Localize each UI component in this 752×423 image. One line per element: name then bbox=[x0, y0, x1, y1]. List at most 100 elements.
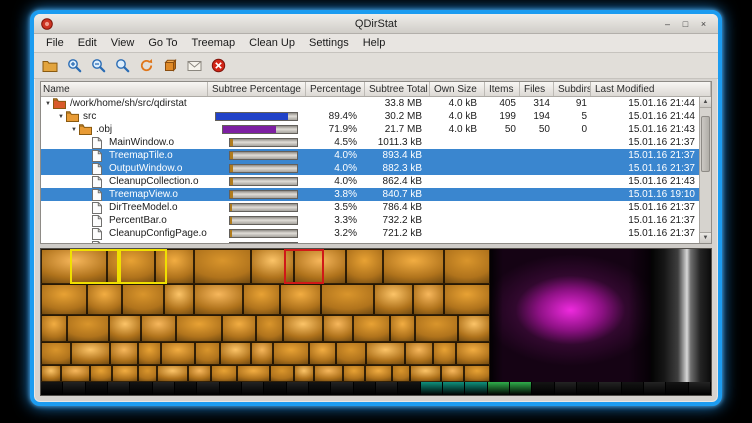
tree-row-file[interactable]: MainWindow.o4.5%1011.3 kB15.01.16 21:37 bbox=[41, 136, 711, 149]
column-header-subtree-total[interactable]: Subtree Total bbox=[365, 82, 430, 96]
column-header-last-modified[interactable]: Last Modified bbox=[591, 82, 711, 96]
stop-button[interactable] bbox=[207, 55, 229, 77]
treemap-tile[interactable] bbox=[390, 315, 416, 342]
refresh-button[interactable] bbox=[135, 55, 157, 77]
treemap-bottom-tile[interactable] bbox=[63, 382, 85, 395]
treemap-tile[interactable] bbox=[138, 365, 157, 382]
tree-row-file[interactable]: CleanupCollection.o4.0%862.4 kB15.01.16 … bbox=[41, 175, 711, 188]
treemap-tile[interactable] bbox=[323, 315, 353, 342]
treemap-tile[interactable] bbox=[415, 315, 458, 342]
treemap-bottom-tile[interactable] bbox=[220, 382, 242, 395]
menu-item-clean-up[interactable]: Clean Up bbox=[242, 36, 302, 50]
scrollbar-track[interactable] bbox=[700, 108, 711, 232]
treemap-tile[interactable] bbox=[366, 342, 405, 365]
treemap-bottom-tile[interactable] bbox=[264, 382, 286, 395]
column-header-subtree-percentage[interactable]: Subtree Percentage bbox=[208, 82, 306, 96]
treemap-tile[interactable] bbox=[444, 249, 490, 284]
menu-item-treemap[interactable]: Treemap bbox=[185, 36, 243, 50]
zoom-out-button[interactable] bbox=[87, 55, 109, 77]
open-dir-button[interactable] bbox=[39, 55, 61, 77]
treemap-tile[interactable] bbox=[107, 249, 155, 284]
menu-item-help[interactable]: Help bbox=[356, 36, 393, 50]
treemap-bottom-tile[interactable] bbox=[242, 382, 264, 395]
treemap-bottom-tile[interactable] bbox=[130, 382, 152, 395]
mail-button[interactable] bbox=[183, 55, 205, 77]
treemap-tile[interactable] bbox=[270, 365, 294, 382]
treemap-tile[interactable] bbox=[110, 342, 138, 365]
treemap-tile[interactable] bbox=[256, 315, 283, 342]
treemap-bottom-tile[interactable] bbox=[465, 382, 487, 395]
tree-row-file[interactable]: OutputWindow.o4.0%882.3 kB15.01.16 21:37 bbox=[41, 162, 711, 175]
treemap-bottom-tile[interactable] bbox=[421, 382, 443, 395]
treemap-magenta-tile[interactable] bbox=[490, 249, 651, 382]
treemap-tile[interactable] bbox=[280, 284, 320, 316]
treemap-tile[interactable] bbox=[283, 315, 323, 342]
treemap-tile[interactable] bbox=[405, 342, 433, 365]
treemap-bottom-tile[interactable] bbox=[666, 382, 688, 395]
menu-item-settings[interactable]: Settings bbox=[302, 36, 356, 50]
treemap-tile[interactable] bbox=[138, 342, 161, 365]
column-header-own-size[interactable]: Own Size bbox=[430, 82, 485, 96]
treemap-tile[interactable] bbox=[314, 365, 343, 382]
treemap-tile[interactable] bbox=[374, 284, 413, 316]
treemap-tile[interactable] bbox=[141, 315, 176, 342]
column-header-percentage[interactable]: Percentage▲ bbox=[306, 82, 365, 96]
minimize-button[interactable]: – bbox=[660, 17, 675, 31]
column-header-subdirs[interactable]: Subdirs bbox=[554, 82, 591, 96]
treemap-tile[interactable] bbox=[243, 284, 280, 316]
titlebar[interactable]: QDirStat –□× bbox=[34, 14, 718, 34]
tree-row-file[interactable]: TreemapTile.o4.0%893.4 kB15.01.16 21:37 bbox=[41, 149, 711, 162]
expander-icon[interactable]: ▼ bbox=[43, 101, 53, 107]
treemap-tile[interactable] bbox=[383, 249, 445, 284]
zoom-in-button[interactable] bbox=[63, 55, 85, 77]
tree-row-dir[interactable]: ▼src89.4%30.2 MB4.0 kB199194515.01.16 21… bbox=[41, 110, 711, 123]
treemap-tile[interactable] bbox=[321, 284, 374, 316]
tree-row-file[interactable]: DirTreeModel.o3.5%786.4 kB15.01.16 21:37 bbox=[41, 201, 711, 214]
treemap-tile[interactable] bbox=[294, 249, 346, 284]
scrollbar-thumb[interactable] bbox=[701, 116, 710, 172]
treemap-bottom-tile[interactable] bbox=[287, 382, 309, 395]
treemap-bottom-tile[interactable] bbox=[331, 382, 353, 395]
treemap-tile[interactable] bbox=[41, 249, 107, 284]
treemap-bottom-tile[interactable] bbox=[41, 382, 63, 395]
treemap-tile[interactable] bbox=[336, 342, 366, 365]
treemap-tile[interactable] bbox=[441, 365, 464, 382]
treemap-tile[interactable] bbox=[161, 342, 195, 365]
treemap-tile[interactable] bbox=[365, 365, 392, 382]
treemap-bottom-tile[interactable] bbox=[532, 382, 554, 395]
treemap-tile[interactable] bbox=[155, 249, 194, 284]
treemap-bottom-tile[interactable] bbox=[622, 382, 644, 395]
treemap-tile[interactable] bbox=[222, 315, 255, 342]
tree-row-file[interactable]: CleanupConfigPage.o3.2%721.2 kB15.01.16 … bbox=[41, 227, 711, 240]
menu-item-file[interactable]: File bbox=[39, 36, 71, 50]
menu-item-edit[interactable]: Edit bbox=[71, 36, 104, 50]
column-header-files[interactable]: Files bbox=[520, 82, 554, 96]
expander-icon[interactable]: ▼ bbox=[56, 114, 66, 120]
treemap-bottom-tile[interactable] bbox=[309, 382, 331, 395]
treemap-tile[interactable] bbox=[41, 365, 61, 382]
treemap-bottom-tile[interactable] bbox=[599, 382, 621, 395]
treemap-tile[interactable] bbox=[71, 342, 110, 365]
treemap-tile[interactable] bbox=[458, 315, 490, 342]
treemap-tile[interactable] bbox=[164, 284, 193, 316]
treemap-tile[interactable] bbox=[456, 342, 490, 365]
expander-icon[interactable]: ▼ bbox=[69, 127, 79, 133]
close-button[interactable]: × bbox=[696, 17, 711, 31]
treemap-tile[interactable] bbox=[464, 365, 489, 382]
treemap-bottom-tile[interactable] bbox=[577, 382, 599, 395]
treemap-bottom-tile[interactable] bbox=[689, 382, 711, 395]
treemap-bottom-tile[interactable] bbox=[197, 382, 219, 395]
treemap-tile[interactable] bbox=[157, 365, 188, 382]
treemap-tile[interactable] bbox=[41, 342, 71, 365]
treemap-tile[interactable] bbox=[41, 315, 67, 342]
treemap-tile[interactable] bbox=[353, 315, 390, 342]
treemap-tile[interactable] bbox=[211, 365, 236, 382]
treemap-bottom-tile[interactable] bbox=[354, 382, 376, 395]
package-button[interactable] bbox=[159, 55, 181, 77]
treemap-bottom-tile[interactable] bbox=[108, 382, 130, 395]
treemap-tile[interactable] bbox=[176, 315, 222, 342]
treemap-tile[interactable] bbox=[220, 342, 251, 365]
treemap-tile[interactable] bbox=[90, 365, 112, 382]
treemap-tile[interactable] bbox=[444, 284, 490, 316]
column-header-items[interactable]: Items bbox=[485, 82, 520, 96]
